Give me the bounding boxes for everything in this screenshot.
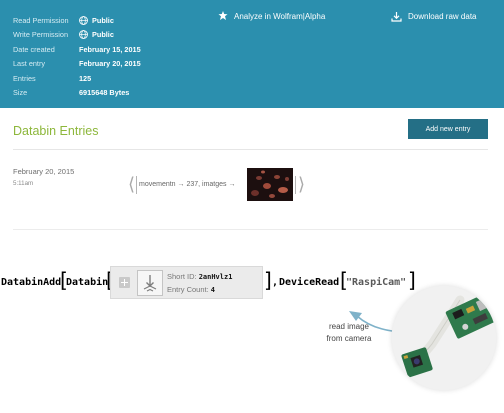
- raspberry-pi-camera-image: [392, 286, 496, 390]
